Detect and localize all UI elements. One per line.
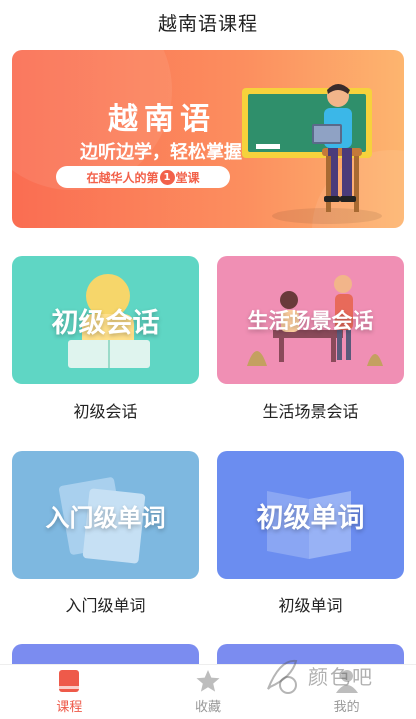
course-card-life-scenes[interactable]: 生活场景会话: [217, 256, 404, 384]
course-label[interactable]: 初级会话: [12, 398, 199, 422]
pill-number: 1: [159, 169, 175, 185]
course-card-title: 生活场景会话: [247, 309, 374, 333]
teacher-illustration: [242, 84, 382, 224]
course-card-beginner-words[interactable]: 入门级单词: [12, 451, 199, 579]
tab-label: 收藏: [195, 700, 222, 715]
course-card-title: 入门级单词: [45, 503, 166, 532]
promo-banner[interactable]: 越南语 边听边学，轻松掌握 在越华人的第 1 堂课: [12, 50, 404, 228]
tab-label: 课程: [56, 700, 83, 715]
watermark: 颜色吧: [262, 650, 412, 700]
tab-favorites[interactable]: 收藏: [139, 665, 278, 719]
watermark-text: 颜色吧: [308, 664, 374, 689]
app-header: 越南语课程: [0, 0, 416, 44]
course-card-basic-words[interactable]: 初级单词: [217, 451, 404, 579]
feather-logo-icon: [267, 659, 298, 694]
course-label[interactable]: 入门级单词: [12, 592, 199, 616]
pill-prefix: 在越华人的第: [86, 170, 159, 185]
page-title: 越南语课程: [157, 12, 258, 35]
course-card-title: 初级会话: [51, 307, 160, 339]
course-card-title: 初级单词: [256, 502, 365, 534]
banner-subtitle: 边听边学，轻松掌握: [80, 142, 242, 163]
banner-pill: 在越华人的第 1 堂课: [56, 166, 230, 188]
star-icon: [196, 670, 220, 692]
course-label[interactable]: 初级单词: [217, 592, 404, 616]
course-label[interactable]: 生活场景会话: [217, 398, 404, 422]
course-card-basic-conversation[interactable]: 初级会话: [12, 256, 199, 384]
banner-title: 越南语: [108, 102, 216, 137]
tab-courses[interactable]: 课程: [0, 665, 139, 719]
pill-suffix: 堂课: [175, 170, 200, 185]
book-icon: [59, 670, 80, 692]
